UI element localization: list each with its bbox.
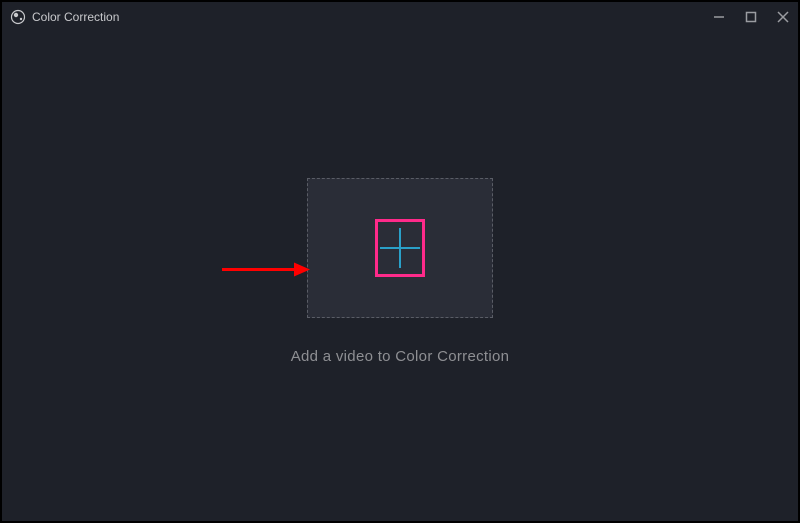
titlebar-left: Color Correction [10, 9, 119, 25]
add-video-hint: Add a video to Color Correction [291, 348, 510, 365]
arrow-annotation [220, 259, 310, 284]
window-controls [712, 10, 790, 24]
window-title: Color Correction [32, 10, 119, 24]
plus-icon [380, 228, 420, 268]
minimize-button[interactable] [712, 10, 726, 24]
app-icon [10, 9, 26, 25]
main-area: Add a video to Color Correction [2, 32, 798, 521]
close-button[interactable] [776, 10, 790, 24]
add-video-dropzone[interactable] [307, 178, 493, 318]
titlebar: Color Correction [2, 2, 798, 32]
maximize-button[interactable] [744, 10, 758, 24]
dropzone-group: Add a video to Color Correction [291, 178, 510, 365]
